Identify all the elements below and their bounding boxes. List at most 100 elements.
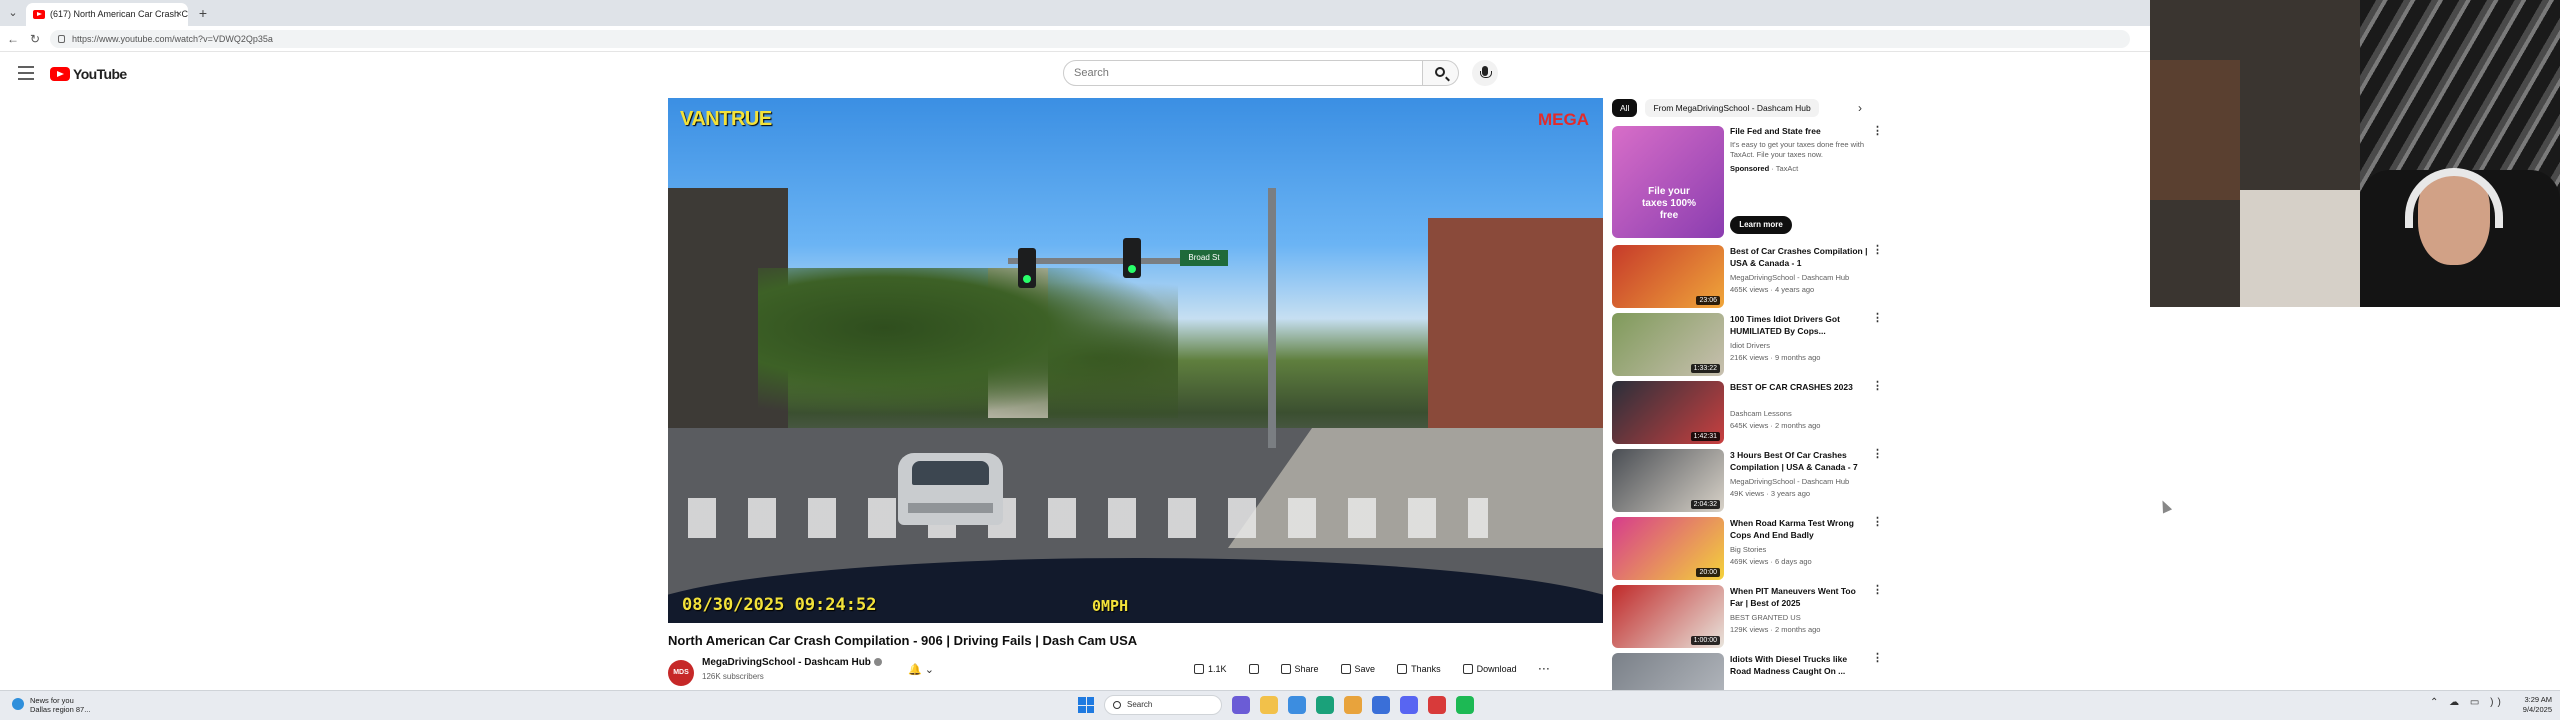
recommendation-title[interactable]: When PIT Maneuvers Went Too Far | Best o… [1730,585,1870,609]
recommendation-thumbnail[interactable]: 20:00 [1612,517,1724,580]
taskbar-search[interactable]: Search [1104,695,1222,715]
browser-tab-active[interactable]: (617) North American Car Crash C × [26,3,188,26]
recommendation-channel[interactable]: Idiot Drivers [1730,341,1770,350]
share-button[interactable]: Share [1275,659,1325,679]
share-icon [1280,664,1291,674]
url-field[interactable]: https://www.youtube.com/watch?v=VDWQ2Qp3… [50,30,2130,48]
recommendation-thumbnail[interactable]: 1:42:31 [1612,381,1724,444]
lock-icon [58,35,65,43]
video-duration: 2:04:32 [1690,500,1720,509]
learn-more-button[interactable]: Learn more [1730,216,1792,234]
news-subtitle: Dallas region 87... [30,705,91,714]
video-duration: 1:00:00 [1690,636,1720,645]
edge-icon[interactable] [1316,696,1334,714]
like-count: 1.1K [1208,664,1227,674]
back-button[interactable]: ← [4,30,22,48]
recommendation-menu-icon[interactable]: ⋮ [1872,653,1883,664]
recommendation-title[interactable]: Best of Car Crashes Compilation | USA & … [1730,245,1870,269]
clock[interactable]: 3:29 AM 9/4/2025 [2520,695,2552,715]
new-tab-button[interactable]: + [194,4,212,22]
video-player[interactable]: Broad St VANTRUE MEGA 08/30/2025 09:24:5… [668,98,1603,623]
recommendation-menu-icon[interactable]: ⋮ [1872,313,1883,324]
save-button[interactable]: Save [1335,659,1382,679]
dashcam-timestamp: 08/30/2025 09:24:52 [682,595,877,615]
recommendation-item[interactable]: 1:33:22 100 Times Idiot Drivers Got HUMIL… [1612,313,1883,377]
recommendation-menu-icon[interactable]: ⋮ [1872,245,1883,256]
recommendation-title[interactable]: When Road Karma Test Wrong Cops And End … [1730,517,1870,541]
search-icon [1435,67,1445,77]
microphone-icon [1480,66,1492,78]
recommendation-thumbnail[interactable]: 2:04:32 [1612,449,1724,512]
more-actions-button[interactable]: ··· [1533,659,1557,679]
youtube-wordmark: YouTube [73,66,127,82]
copilot-icon[interactable] [1232,696,1250,714]
player-watermark-left: VANTRUE [680,108,772,130]
like-button[interactable]: 1.1K [1188,659,1233,679]
tab-title: (617) North American Car Crash C [50,9,188,19]
recommendation-title[interactable]: Idiots With Diesel Trucks like Road Madn… [1730,653,1870,677]
app-red-icon[interactable] [1428,696,1446,714]
recommendation-meta: 216K views · 9 months ago [1730,353,1821,362]
photos-icon[interactable] [1288,696,1306,714]
spotify-icon[interactable] [1456,696,1474,714]
recommendation-thumbnail[interactable]: 1:33:22 [1612,313,1724,376]
recommendation-channel[interactable]: Dashcam Lessons [1730,409,1792,418]
thanks-button[interactable]: Thanks [1391,659,1447,679]
recommendation-thumbnail[interactable]: 23:06 [1612,245,1724,308]
voice-search-button[interactable] [1472,60,1498,86]
recommendation-title[interactable]: BEST OF CAR CRASHES 2023 [1730,381,1870,393]
dislike-button[interactable] [1243,659,1265,679]
recommendation-title[interactable]: 3 Hours Best Of Car Crashes Compilation … [1730,449,1870,473]
tab-list-button[interactable]: ⌄ [4,4,22,22]
recommendation-menu-icon[interactable]: ⋮ [1872,381,1883,392]
ad-thumbnail[interactable]: File your taxes 100% free [1612,126,1724,238]
reload-button[interactable]: ↻ [26,30,44,48]
chrome-icon[interactable] [1344,696,1362,714]
chip-next-icon[interactable]: › [1858,101,1862,115]
thanks-label: Thanks [1411,664,1441,674]
search-input[interactable]: Search [1063,60,1423,86]
windows-start-icon[interactable] [1078,697,1094,713]
menu-icon[interactable] [18,66,34,80]
recommendation-thumbnail[interactable]: 1:00:00 [1612,585,1724,648]
recommendation-channel[interactable]: BEST GRANTED US [1730,613,1801,622]
recommendation-menu-icon[interactable]: ⋮ [1872,585,1883,596]
recommendation-item[interactable]: 20:00 When Road Karma Test Wrong Cops And… [1612,517,1883,581]
news-title: News for you [30,696,74,705]
youtube-header: YouTube Search [0,52,2150,100]
webcam-scene-shelf [2150,60,2240,200]
browser-address-bar: ← ↻ https://www.youtube.com/watch?v=VDWQ… [0,26,2150,52]
news-widget[interactable]: News for you Dallas region 87... [12,696,90,714]
recommendation-menu-icon[interactable]: ⋮ [1872,517,1883,528]
recommendation-channel[interactable]: Big Stories [1730,545,1766,554]
youtube-favicon-icon [33,10,45,19]
store-icon[interactable] [1372,696,1390,714]
chip-from-channel[interactable]: From MegaDrivingSchool - Dashcam Hub [1645,99,1819,117]
channel-name[interactable]: MegaDrivingSchool - Dashcam Hub [702,657,882,668]
recommendation-item[interactable]: 1:42:31 BEST OF CAR CRASHES 2023 Dashcam L… [1612,381,1883,445]
recommendation-channel[interactable]: MegaDrivingSchool - Dashcam Hub [1730,477,1849,486]
recommendation-item[interactable]: 1:00:00 When PIT Maneuvers Went Too Far |… [1612,585,1883,649]
system-tray[interactable]: ⌃ ☁ ▭ )) [2430,697,2505,708]
ad-title[interactable]: File Fed and State free [1730,126,1821,136]
channel-avatar[interactable]: MDS [668,660,694,686]
recommendation-meta: 469K views · 6 days ago [1730,557,1812,566]
file-explorer-icon[interactable] [1260,696,1278,714]
download-button[interactable]: Download [1457,659,1523,679]
recommendation-menu-icon[interactable]: ⋮ [1872,449,1883,460]
ad-menu-icon[interactable]: ⋮ [1872,126,1883,137]
tab-close-icon[interactable]: × [176,3,182,26]
thumbs-down-icon [1248,664,1259,674]
recommendation-channel[interactable]: MegaDrivingSchool - Dashcam Hub [1730,273,1849,282]
youtube-logo[interactable]: YouTube [50,64,127,84]
recommendation-item[interactable]: 2:04:32 3 Hours Best Of Car Crashes Compi… [1612,449,1883,513]
discord-icon[interactable] [1400,696,1418,714]
search-button[interactable] [1423,60,1459,86]
recommendation-title[interactable]: 100 Times Idiot Drivers Got HUMILIATED B… [1730,313,1870,337]
notification-bell-button[interactable]: 🔔 ⌄ [900,660,942,680]
recommendation-item[interactable]: 23:06 Best of Car Crashes Compilation | U… [1612,245,1883,309]
recommendation-meta: 129K views · 2 months ago [1730,625,1821,634]
channel-name-text: MegaDrivingSchool - Dashcam Hub [702,657,871,668]
chip-all[interactable]: All [1612,99,1638,117]
sponsored-ad[interactable]: File your taxes 100% free File Fed and S… [1612,126,1883,238]
